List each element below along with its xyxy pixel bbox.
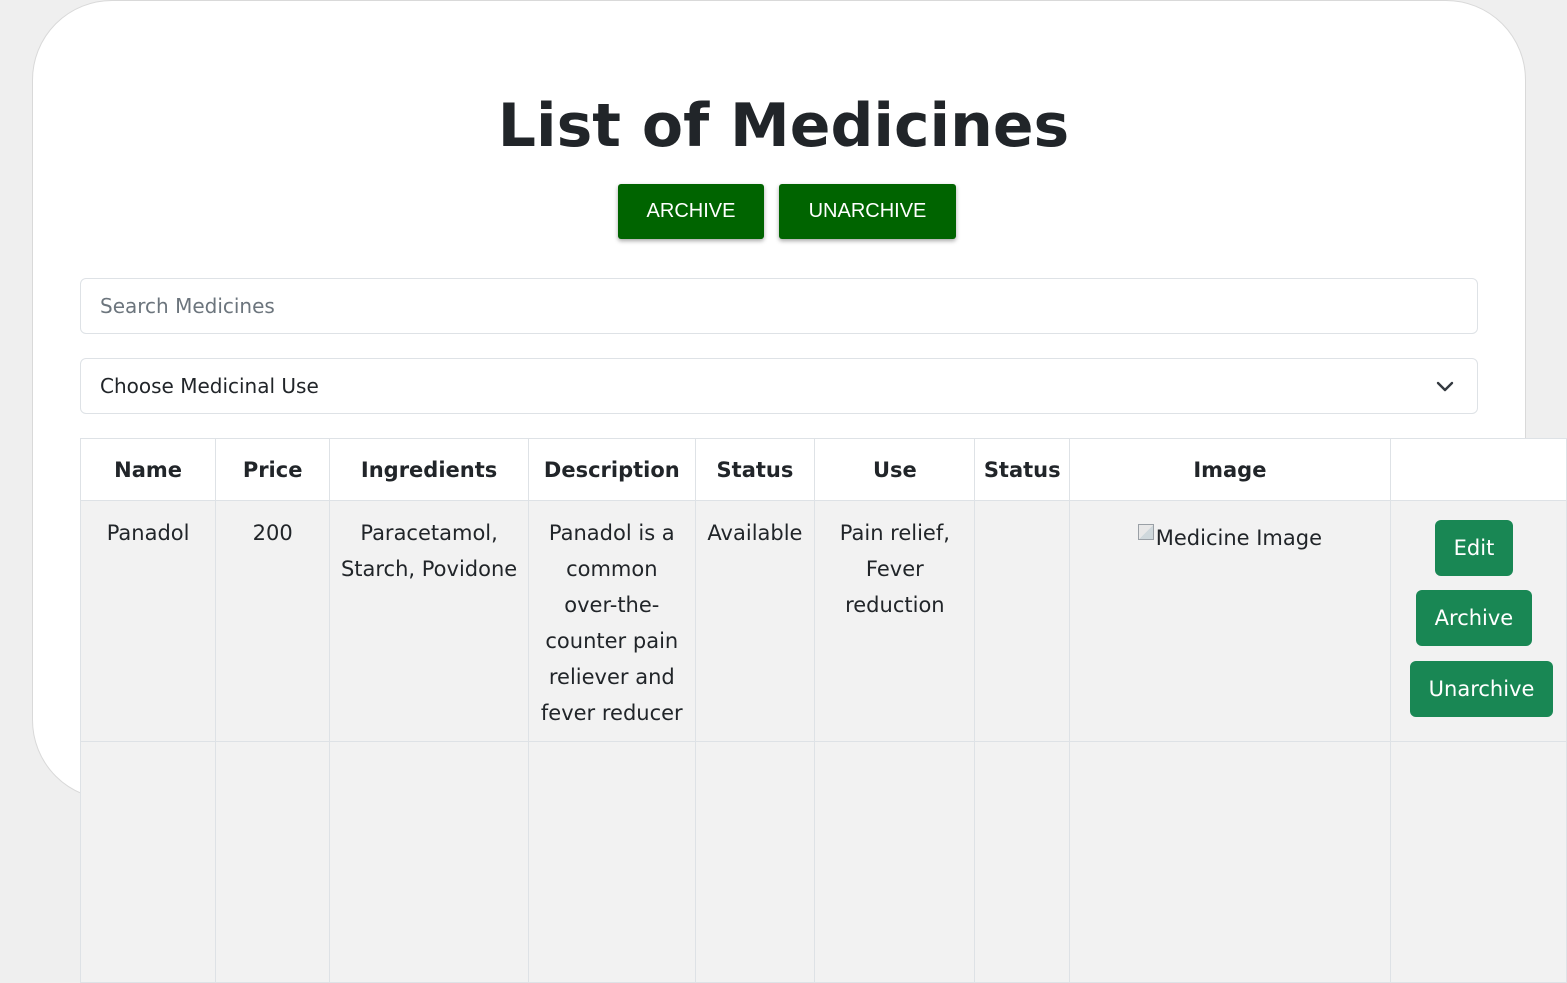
- archive-view-button[interactable]: ARCHIVE: [618, 184, 764, 239]
- archive-button[interactable]: Archive: [1415, 590, 1533, 646]
- cell-actions: Edit Archive Unarchive: [1389, 500, 1567, 742]
- medicine-image: Medicine Image: [1137, 520, 1323, 556]
- column-header-name: Name: [79, 438, 217, 501]
- cell-image: Medicine Image: [1069, 500, 1391, 742]
- column-header-status-2: Status: [974, 438, 1071, 501]
- medicinal-use-selected: Choose Medicinal Use: [100, 374, 319, 398]
- medicinal-use-select[interactable]: Choose Medicinal Use: [80, 358, 1478, 414]
- table-header-row: Name Price Ingredients Description Statu…: [79, 438, 1567, 501]
- column-header-status: Status: [694, 438, 816, 501]
- column-header-image: Image: [1069, 438, 1391, 501]
- cell-name: Panadol: [79, 500, 217, 742]
- edit-button[interactable]: Edit: [1434, 520, 1514, 576]
- cell-description: Panadol is a common over-the-counter pai…: [528, 500, 696, 742]
- table-row: [79, 741, 1567, 983]
- medicines-table: Name Price Ingredients Description Statu…: [79, 438, 1567, 983]
- cell-status-2: [974, 500, 1071, 742]
- column-header-description: Description: [528, 438, 696, 501]
- column-header-use: Use: [814, 438, 976, 501]
- broken-image-icon: [1137, 524, 1154, 540]
- medicine-image-alt: Medicine Image: [1155, 526, 1323, 550]
- unarchive-view-button[interactable]: UNARCHIVE: [779, 184, 956, 239]
- page-title: List of Medicines: [497, 91, 1070, 161]
- search-input[interactable]: [80, 278, 1478, 334]
- column-header-actions: [1389, 438, 1567, 501]
- cell-use: Pain relief, Fever reduction: [814, 500, 976, 742]
- cell-price: 200: [215, 500, 331, 742]
- unarchive-button[interactable]: Unarchive: [1409, 661, 1554, 717]
- cell-status: Available: [694, 500, 816, 742]
- chevron-down-icon: [1436, 381, 1454, 392]
- table-row: Panadol 200 Paracetamol, Starch, Povidon…: [79, 500, 1567, 742]
- column-header-ingredients: Ingredients: [329, 438, 530, 501]
- column-header-price: Price: [215, 438, 331, 501]
- cell-ingredients: Paracetamol, Starch, Povidone: [329, 500, 530, 742]
